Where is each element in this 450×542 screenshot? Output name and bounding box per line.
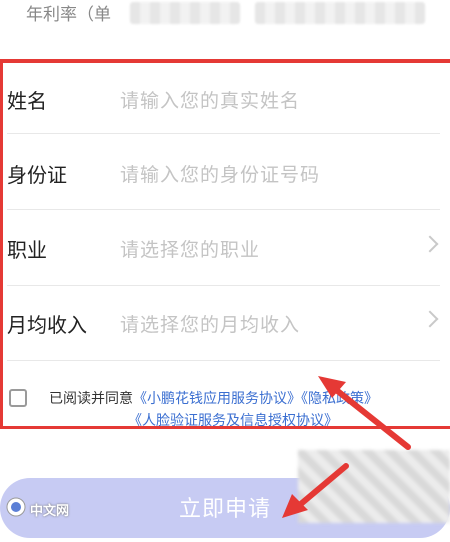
occupation-row[interactable]: 职业 请选择您的职业 — [0, 212, 450, 286]
agreement-text: 已阅读并同意《小鹏花钱应用服务协议》《隐私政策》 — [49, 388, 378, 408]
apply-now-label: 立即申请 — [178, 497, 271, 522]
name-input[interactable]: 请输入您的真实姓名 — [120, 86, 300, 113]
name-label: 姓名 — [7, 89, 47, 113]
divider — [7, 209, 440, 210]
name-row[interactable]: 姓名 请输入您的真实姓名 — [0, 63, 450, 137]
occupation-select[interactable]: 请选择您的职业 — [120, 235, 260, 262]
divider — [7, 133, 440, 134]
blurred-rate-detail — [255, 2, 425, 24]
rate-header: 年利率（单 — [0, 0, 450, 60]
agreement-checkbox[interactable] — [9, 389, 27, 407]
privacy-policy-link[interactable]: 《隐私政策》 — [301, 391, 378, 407]
blurred-rate-value — [130, 2, 240, 24]
chevron-right-icon[interactable] — [421, 235, 439, 253]
id-card-label: 身份证 — [7, 163, 67, 187]
id-card-row[interactable]: 身份证 请输入您的身份证号码 — [0, 137, 450, 211]
service-agreement-link[interactable]: 《小鹏花钱应用服务协议》 — [133, 391, 301, 407]
monthly-income-label: 月均收入 — [7, 313, 87, 337]
watermark-text: 中文网 — [30, 504, 70, 519]
blurred-corner — [298, 450, 450, 523]
php-logo-icon — [6, 497, 26, 517]
agreement-prefix: 已阅读并同意 — [49, 391, 133, 407]
id-card-input[interactable]: 请输入您的身份证号码 — [120, 160, 320, 187]
annual-rate-label: 年利率（单 — [26, 5, 111, 25]
chevron-right-icon[interactable] — [421, 310, 439, 328]
monthly-income-row[interactable]: 月均收入 请选择您的月均收入 — [0, 287, 450, 361]
occupation-label: 职业 — [7, 238, 47, 262]
divider — [7, 360, 440, 361]
divider — [7, 285, 440, 286]
monthly-income-select[interactable]: 请选择您的月均收入 — [120, 310, 300, 337]
